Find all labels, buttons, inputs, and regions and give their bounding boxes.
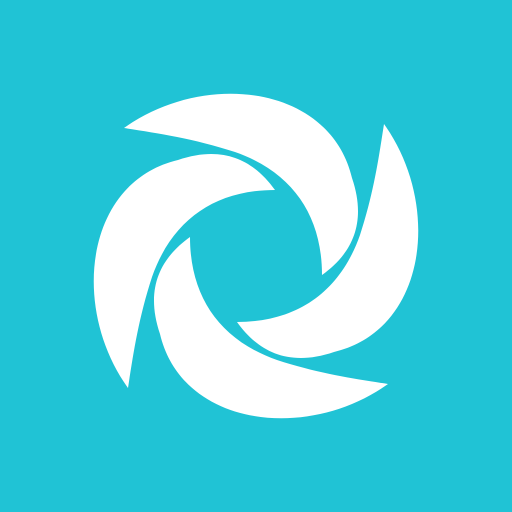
app-icon bbox=[0, 0, 512, 512]
swirl-logo-icon bbox=[93, 93, 419, 419]
